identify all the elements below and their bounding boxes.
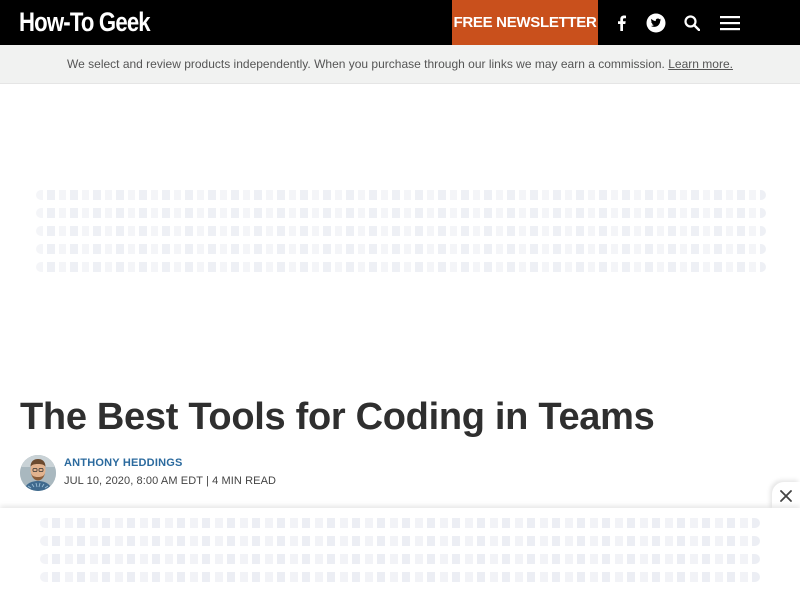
close-icon [780, 489, 792, 502]
site-logo[interactable]: How-To Geek [19, 5, 151, 39]
facebook-icon[interactable] [611, 0, 631, 45]
author-avatar[interactable] [20, 455, 56, 491]
ad-placeholder-line [40, 518, 760, 528]
ad-placeholder-line [40, 572, 760, 582]
ad-placeholder-line [36, 190, 766, 200]
ad-placeholder-line [36, 262, 766, 272]
disclosure-text: We select and review products independen… [67, 57, 665, 71]
learn-more-link[interactable]: Learn more. [668, 57, 733, 71]
search-icon[interactable] [681, 0, 703, 45]
affiliate-disclosure: We select and review products independen… [0, 45, 800, 84]
ad-placeholder-line [36, 226, 766, 236]
sticky-bottom-ad [0, 508, 800, 600]
free-newsletter-button[interactable]: FREE NEWSLETTER [452, 0, 598, 45]
hamburger-menu-icon[interactable] [716, 0, 744, 45]
ad-placeholder-line [36, 208, 766, 218]
ad-placeholder [36, 184, 766, 284]
twitter-icon[interactable] [645, 0, 667, 45]
close-ad-button[interactable] [772, 482, 800, 509]
ad-placeholder-line [40, 536, 760, 546]
article-meta: JUL 10, 2020, 8:00 AM EDT | 4 MIN READ [64, 475, 277, 487]
site-header: How-To Geek FREE NEWSLETTER [0, 0, 800, 45]
ad-placeholder-line [40, 554, 760, 564]
ad-placeholder-line [36, 244, 766, 254]
article-title: The Best Tools for Coding in Teams [20, 396, 655, 438]
author-name-link[interactable]: ANTHONY HEDDINGS [64, 457, 183, 469]
